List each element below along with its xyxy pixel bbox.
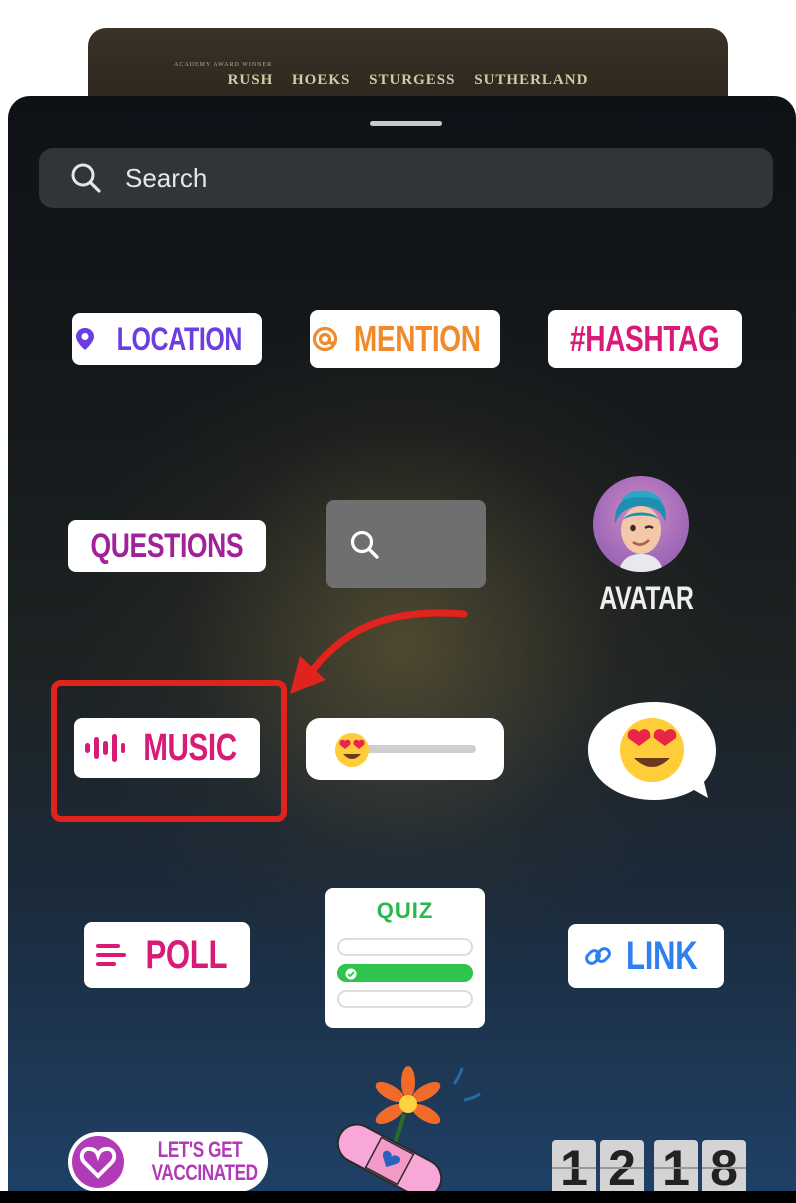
questions-label: QUESTIONS (90, 526, 244, 565)
avatar-face-icon (614, 490, 666, 572)
check-icon (345, 968, 357, 980)
emoji-slider-sticker[interactable] (306, 718, 504, 780)
vaccinated-label: LET'S GET VACCINATED (151, 1137, 258, 1185)
at-sign-icon (312, 326, 337, 352)
annotation-arrow (290, 609, 468, 694)
heart-eyes-emoji-icon (335, 733, 369, 767)
poster-subtitle: ACADEMY AWARD WINNER (174, 62, 273, 68)
poll-label: POLL (145, 932, 227, 977)
quiz-option (337, 990, 473, 1008)
heart-badge (72, 1136, 124, 1188)
quiz-option-correct (337, 964, 473, 982)
gif-search-sticker[interactable] (326, 500, 486, 588)
quiz-title: QUIZ (376, 898, 434, 923)
search-input[interactable] (123, 161, 687, 195)
avatar-label: AVATAR (599, 580, 694, 616)
mention-label: MENTION (353, 318, 481, 359)
vaccinated-sticker[interactable]: LET'S GET VACCINATED (68, 1132, 268, 1191)
clock-digit: 1 (654, 1140, 698, 1191)
sticker-search-bar[interactable] (39, 148, 773, 208)
heart-icon (79, 1146, 117, 1179)
search-icon (71, 163, 101, 193)
link-sticker[interactable]: LINK (568, 924, 724, 988)
link-label: LINK (626, 933, 698, 978)
clock-digit: 1 (552, 1140, 596, 1191)
drag-handle[interactable] (370, 121, 442, 126)
questions-sticker[interactable]: QUESTIONS (68, 520, 266, 572)
link-icon (585, 947, 612, 965)
hashtag-sticker[interactable]: #HASHTAG (548, 310, 742, 368)
bandage-flower-sticker[interactable] (324, 1064, 488, 1191)
music-sticker[interactable]: MUSIC (74, 718, 260, 778)
poster-cast-names: RUSH HOEKS STURGESS SUTHERLAND (227, 72, 589, 88)
music-label: MUSIC (143, 726, 237, 769)
clock-digit: 2 (600, 1140, 644, 1191)
avatar-sticker[interactable]: AVATAR (586, 476, 696, 617)
poll-sticker[interactable]: POLL (84, 922, 250, 988)
clock-digit: 8 (702, 1140, 746, 1191)
search-icon (350, 530, 379, 559)
avatar-image (593, 476, 689, 572)
location-label: LOCATION (116, 320, 242, 357)
sticker-tray-sheet: LOCATION MENTION #HASHTAG QUESTIONS (8, 96, 796, 1191)
bottom-bar (0, 1191, 796, 1203)
mention-sticker[interactable]: MENTION (310, 310, 500, 368)
quiz-option (337, 938, 473, 956)
quiz-sticker[interactable]: QUIZ (325, 888, 485, 1028)
poll-lines-icon (95, 944, 126, 966)
audio-wave-icon (85, 734, 126, 762)
location-sticker[interactable]: LOCATION (72, 313, 262, 365)
emoji-reaction-sticker[interactable] (584, 696, 720, 806)
location-pin-icon (75, 328, 94, 350)
hashtag-label: #HASHTAG (570, 318, 720, 359)
